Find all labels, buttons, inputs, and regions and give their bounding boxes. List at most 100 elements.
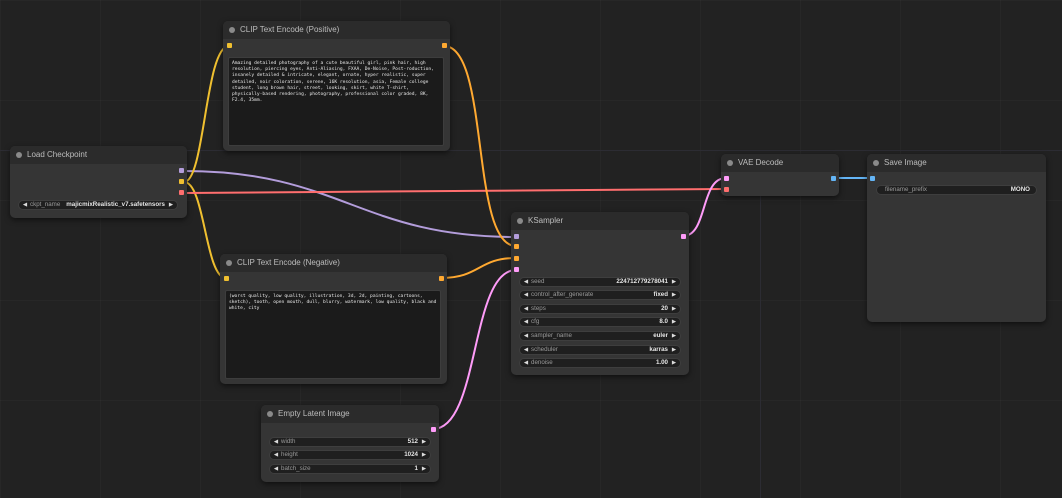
widget-label: ckpt_name [30, 201, 61, 208]
widget-value: 1 [414, 465, 418, 472]
sampler-name-widget[interactable]: ◀ sampler_name euler ▶ [519, 331, 681, 341]
input-slot-positive[interactable] [514, 244, 519, 249]
widget-label: scheduler [531, 346, 558, 353]
link-samples[interactable] [682, 177, 727, 237]
arrow-left-icon[interactable]: ◀ [522, 305, 530, 313]
collapse-dot-icon[interactable] [517, 218, 523, 224]
arrow-right-icon[interactable]: ▶ [167, 201, 175, 209]
output-slot-latent[interactable] [431, 427, 436, 432]
input-slot-samples[interactable] [724, 176, 729, 181]
batch-size-widget[interactable]: ◀ batch_size 1 ▶ [269, 464, 431, 474]
input-slot-negative[interactable] [514, 256, 519, 261]
output-slot-image[interactable] [831, 176, 836, 181]
arrow-left-icon[interactable]: ◀ [522, 278, 530, 286]
arrow-right-icon[interactable]: ▶ [670, 291, 678, 299]
output-slot-clip[interactable] [179, 179, 184, 184]
arrow-left-icon[interactable]: ◀ [522, 346, 530, 354]
arrow-right-icon[interactable]: ▶ [670, 278, 678, 286]
widget-label: height [281, 451, 298, 458]
input-slot-model[interactable] [514, 234, 519, 239]
arrow-left-icon[interactable]: ◀ [522, 359, 530, 367]
widget-value: 1024 [404, 451, 418, 458]
input-slot-clip[interactable] [227, 43, 232, 48]
arrow-left-icon[interactable]: ◀ [272, 451, 280, 459]
collapse-dot-icon[interactable] [229, 27, 235, 33]
node-title[interactable]: CLIP Text Encode (Positive) [223, 21, 450, 39]
steps-widget[interactable]: ◀ steps 20 ▶ [519, 304, 681, 314]
denoise-widget[interactable]: ◀ denoise 1.00 ▶ [519, 358, 681, 368]
node-clip-text-encode-positive[interactable]: CLIP Text Encode (Positive) Amazing deta… [223, 21, 450, 151]
input-slot-latent-image[interactable] [514, 267, 519, 272]
widget-value: 224712779278041 [616, 278, 668, 285]
widget-label: batch_size [281, 465, 311, 472]
input-slot-vae[interactable] [724, 187, 729, 192]
arrow-left-icon[interactable]: ◀ [522, 291, 530, 299]
link-positive-conditioning[interactable] [443, 45, 517, 247]
input-slot-clip[interactable] [224, 276, 229, 281]
arrow-left-icon[interactable]: ◀ [272, 465, 280, 473]
output-slot-conditioning[interactable] [439, 276, 444, 281]
widget-value: 512 [407, 438, 418, 445]
arrow-right-icon[interactable]: ▶ [420, 438, 428, 446]
collapse-dot-icon[interactable] [267, 411, 273, 417]
arrow-right-icon[interactable]: ▶ [420, 465, 428, 473]
collapse-dot-icon[interactable] [16, 152, 22, 158]
link-model[interactable] [183, 170, 517, 238]
widget-value: euler [653, 332, 668, 339]
height-widget[interactable]: ◀ height 1024 ▶ [269, 450, 431, 460]
seed-widget[interactable]: ◀ seed 224712779278041 ▶ [519, 277, 681, 287]
arrow-left-icon[interactable]: ◀ [272, 438, 280, 446]
arrow-right-icon[interactable]: ▶ [670, 346, 678, 354]
node-title[interactable]: Save Image [867, 154, 1046, 172]
arrow-left-icon[interactable]: ◀ [522, 332, 530, 340]
node-title[interactable]: Load Checkpoint [10, 146, 187, 164]
input-slot-images[interactable] [870, 176, 875, 181]
prompt-textarea[interactable]: (worst quality, low quality, illustratio… [225, 290, 441, 379]
node-load-checkpoint[interactable]: Load Checkpoint ◀ ckpt_name majicmixReal… [10, 146, 187, 218]
node-title[interactable]: VAE Decode [721, 154, 839, 172]
link-vae[interactable] [183, 188, 727, 194]
output-slot-conditioning[interactable] [442, 43, 447, 48]
filename-prefix-widget[interactable]: filename_prefix MONO [876, 185, 1037, 195]
output-slot-latent[interactable] [681, 234, 686, 239]
node-title[interactable]: KSampler [511, 212, 689, 230]
widget-value: karras [649, 346, 668, 353]
node-clip-text-encode-negative[interactable]: CLIP Text Encode (Negative) (worst quali… [220, 254, 447, 384]
prompt-textarea[interactable]: Amazing detailed photography of a cute b… [228, 57, 444, 146]
width-widget[interactable]: ◀ width 512 ▶ [269, 437, 431, 447]
node-title[interactable]: Empty Latent Image [261, 405, 439, 423]
arrow-right-icon[interactable]: ▶ [670, 318, 678, 326]
node-title-text: Empty Latent Image [278, 409, 350, 418]
node-empty-latent-image[interactable]: Empty Latent Image ◀ width 512 ▶ ◀ heigh… [261, 405, 439, 482]
arrow-right-icon[interactable]: ▶ [670, 332, 678, 340]
node-title-text: Save Image [884, 158, 927, 167]
arrow-right-icon[interactable]: ▶ [670, 305, 678, 313]
collapse-dot-icon[interactable] [727, 160, 733, 166]
ckpt-name-widget[interactable]: ◀ ckpt_name majicmixRealistic_v7.safeten… [18, 200, 178, 210]
widget-value: 20 [661, 305, 668, 312]
collapse-dot-icon[interactable] [873, 160, 879, 166]
widget-label: filename_prefix [885, 186, 927, 193]
control-after-generate-widget[interactable]: ◀ control_after_generate fixed ▶ [519, 290, 681, 300]
node-title[interactable]: CLIP Text Encode (Negative) [220, 254, 447, 272]
widget-label: sampler_name [531, 332, 572, 339]
widget-label: denoise [531, 359, 553, 366]
output-slot-vae[interactable] [179, 190, 184, 195]
widget-value: majicmixRealistic_v7.safetensors [66, 201, 165, 208]
scheduler-widget[interactable]: ◀ scheduler karras ▶ [519, 345, 681, 355]
arrow-left-icon[interactable]: ◀ [522, 318, 530, 326]
collapse-dot-icon[interactable] [226, 260, 232, 266]
widget-value: MONO [1010, 186, 1030, 193]
output-slot-model[interactable] [179, 168, 184, 173]
widget-label: control_after_generate [531, 291, 594, 298]
arrow-right-icon[interactable]: ▶ [420, 451, 428, 459]
node-vae-decode[interactable]: VAE Decode [721, 154, 839, 196]
widget-label: seed [531, 278, 545, 285]
arrow-right-icon[interactable]: ▶ [670, 359, 678, 367]
cfg-widget[interactable]: ◀ cfg 8.0 ▶ [519, 317, 681, 327]
node-title-text: VAE Decode [738, 158, 784, 167]
node-save-image[interactable]: Save Image filename_prefix MONO [867, 154, 1046, 322]
widget-value: fixed [653, 291, 668, 298]
node-ksampler[interactable]: KSampler ◀ seed 224712779278041 ▶ ◀ cont… [511, 212, 689, 375]
arrow-left-icon[interactable]: ◀ [21, 201, 29, 209]
